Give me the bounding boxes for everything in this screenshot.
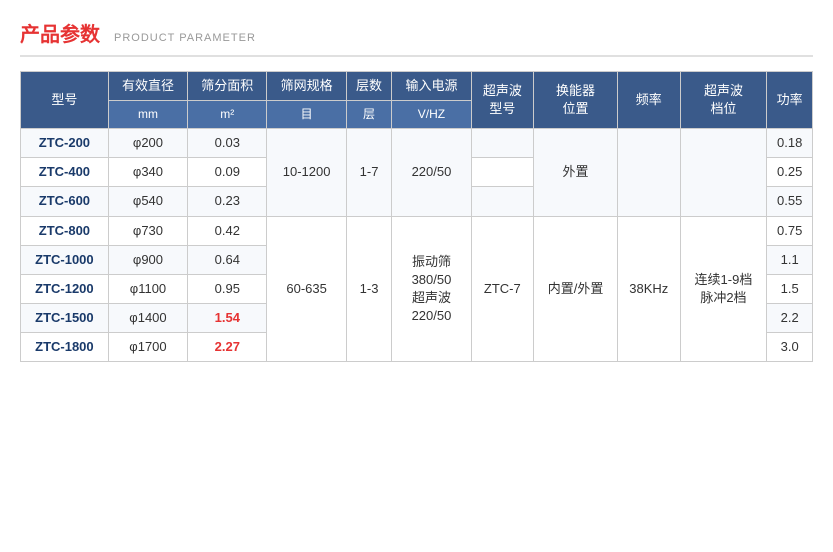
td-diameter: φ1700 [108,333,187,362]
td-area: 0.03 [188,128,267,157]
th-mesh-unit: 目 [267,101,346,129]
td-diameter: φ730 [108,216,187,245]
td-area: 0.09 [188,158,267,187]
td-model: ZTC-600 [21,187,109,216]
td-freq [618,128,680,216]
td-power: 1.5 [767,274,813,303]
td-ultrasonic-model: ZTC-7 [471,216,533,362]
td-gear: 连续1-9档 脉冲2档 [680,216,767,362]
th-ultrasonic-model: 超声波型号 [471,72,533,129]
th-diameter: 有效直径 [108,72,187,101]
th-diameter-unit: mm [108,101,187,129]
th-layers: 层数 [346,72,392,101]
td-power: 0.18 [767,128,813,157]
td-area: 2.27 [188,333,267,362]
td-gear [680,128,767,216]
table-row: ZTC-200φ2000.0310-12001-7220/50外置0.18 [21,128,813,157]
td-area: 0.95 [188,274,267,303]
th-power-input-unit: V/HZ [392,101,471,129]
td-transducer: 外置 [534,128,618,216]
td-diameter: φ200 [108,128,187,157]
td-ultrasonic-model [471,128,533,157]
td-mesh: 60-635 [267,216,346,362]
page-title-en: PRODUCT PARAMETER [114,32,256,44]
th-layers-unit: 层 [346,101,392,129]
th-mesh: 筛网规格 [267,72,346,101]
td-diameter: φ900 [108,245,187,274]
td-area: 0.23 [188,187,267,216]
td-power: 3.0 [767,333,813,362]
page-header: 产品参数 PRODUCT PARAMETER [20,18,813,57]
th-area: 筛分面积 [188,72,267,101]
th-power-input: 输入电源 [392,72,471,101]
td-power-input: 振动筛 380/50 超声波 220/50 [392,216,471,362]
table-wrap: 振泰机械 ZHENTAIJIXIE 型号 有效直径 筛分面积 筛网规格 层数 输… [20,71,813,362]
page: 产品参数 PRODUCT PARAMETER 振泰机械 ZHENTAIJIXIE… [0,0,833,552]
td-power: 2.2 [767,304,813,333]
td-area: 1.54 [188,304,267,333]
td-power: 0.55 [767,187,813,216]
td-freq: 38KHz [618,216,680,362]
td-ultrasonic-model [471,158,533,187]
table-row: ZTC-800φ7300.4260-6351-3振动筛 380/50 超声波 2… [21,216,813,245]
td-diameter: φ340 [108,158,187,187]
th-power: 功率 [767,72,813,129]
th-freq: 频率 [618,72,680,129]
td-diameter: φ1400 [108,304,187,333]
th-area-unit: m² [188,101,267,129]
th-gear: 超声波档位 [680,72,767,129]
td-layers: 1-3 [346,216,392,362]
td-power-input: 220/50 [392,128,471,216]
td-layers: 1-7 [346,128,392,216]
td-ultrasonic-model [471,187,533,216]
td-area: 0.42 [188,216,267,245]
td-diameter: φ1100 [108,274,187,303]
td-model: ZTC-800 [21,216,109,245]
th-transducer: 换能器位置 [534,72,618,129]
td-model: ZTC-1000 [21,245,109,274]
td-model: ZTC-1800 [21,333,109,362]
td-mesh: 10-1200 [267,128,346,216]
td-model: ZTC-1500 [21,304,109,333]
td-area: 0.64 [188,245,267,274]
page-title-cn: 产品参数 [20,18,100,47]
td-diameter: φ540 [108,187,187,216]
params-table: 型号 有效直径 筛分面积 筛网规格 层数 输入电源 超声波型号 换能器位置 频率… [20,71,813,362]
td-power: 0.25 [767,158,813,187]
td-model: ZTC-1200 [21,274,109,303]
th-model: 型号 [21,72,109,129]
td-transducer: 内置/外置 [534,216,618,362]
td-model: ZTC-200 [21,128,109,157]
td-model: ZTC-400 [21,158,109,187]
td-power: 1.1 [767,245,813,274]
td-power: 0.75 [767,216,813,245]
